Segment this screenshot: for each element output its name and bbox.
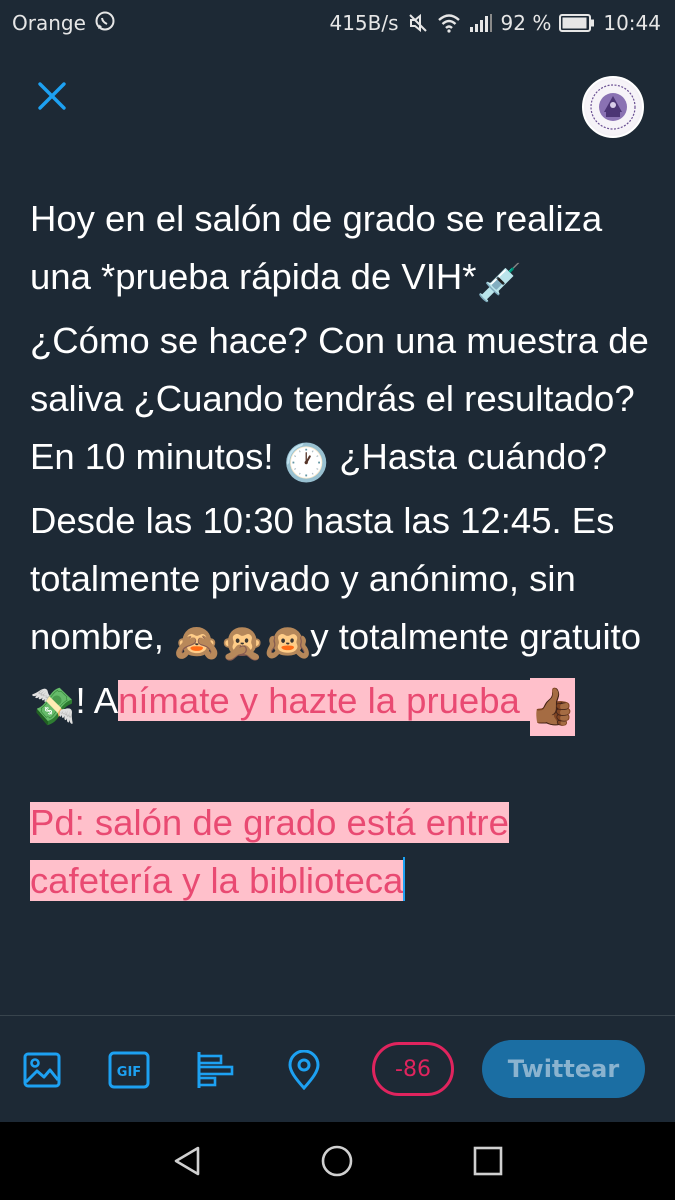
home-icon[interactable] <box>320 1144 354 1182</box>
mute-icon <box>407 12 429 34</box>
profile-avatar[interactable] <box>582 76 644 138</box>
recents-icon[interactable] <box>471 1144 505 1182</box>
seal-logo-icon <box>586 80 640 134</box>
clock-time: 10:44 <box>603 11 661 35</box>
money-wings-emoji-icon: 💸 <box>30 686 76 727</box>
network-speed: 415B/s <box>329 11 399 35</box>
monkeys-emoji-icon: 🙈🙊🙉 <box>174 622 311 663</box>
character-count: -86 <box>395 1056 431 1082</box>
navigation-bar <box>0 1122 675 1200</box>
location-icon[interactable] <box>285 1049 323 1094</box>
compose-text-segment: y totalmente gratuito <box>310 616 642 657</box>
gif-label: GIF <box>117 1065 141 1080</box>
over-limit-text: nímate y hazte la prueba <box>118 680 530 721</box>
over-limit-text: Pd: salón de grado está entre cafetería … <box>30 802 509 901</box>
character-counter: -86 <box>372 1042 454 1096</box>
tweet-button-label: Twittear <box>507 1055 620 1083</box>
syringe-emoji-icon: 💉 <box>476 262 522 303</box>
compose-text-segment: ! A <box>75 680 119 721</box>
image-icon[interactable] <box>22 1050 62 1094</box>
whatsapp-icon <box>94 10 116 37</box>
tweet-compose-text[interactable]: Hoy en el salón de grado se realiza una … <box>30 190 650 910</box>
poll-icon[interactable] <box>196 1050 236 1094</box>
back-icon[interactable] <box>170 1144 204 1182</box>
signal-icon <box>469 13 493 33</box>
battery-icon <box>559 13 595 33</box>
battery-percent: 92 % <box>500 11 552 35</box>
carrier-name: Orange <box>12 11 86 35</box>
tweet-paragraph-1: Hoy en el salón de grado se realiza una … <box>30 190 650 736</box>
clock-emoji-icon: 🕐 <box>283 442 330 483</box>
tweet-paragraph-2: Pd: salón de grado está entre cafetería … <box>30 794 650 910</box>
wifi-icon <box>437 13 461 33</box>
status-bar: Orange 415B/s 92 % 10:44 <box>0 0 675 46</box>
tweet-button[interactable]: Twittear <box>482 1040 645 1098</box>
gif-icon[interactable]: GIF <box>108 1050 150 1094</box>
thumbs-up-emoji-icon: 👍🏾 <box>529 678 576 736</box>
close-icon <box>35 79 69 117</box>
close-button[interactable] <box>30 76 74 120</box>
status-left: Orange <box>12 10 116 37</box>
text-cursor <box>403 857 406 901</box>
status-right: 415B/s 92 % 10:44 <box>329 11 661 35</box>
